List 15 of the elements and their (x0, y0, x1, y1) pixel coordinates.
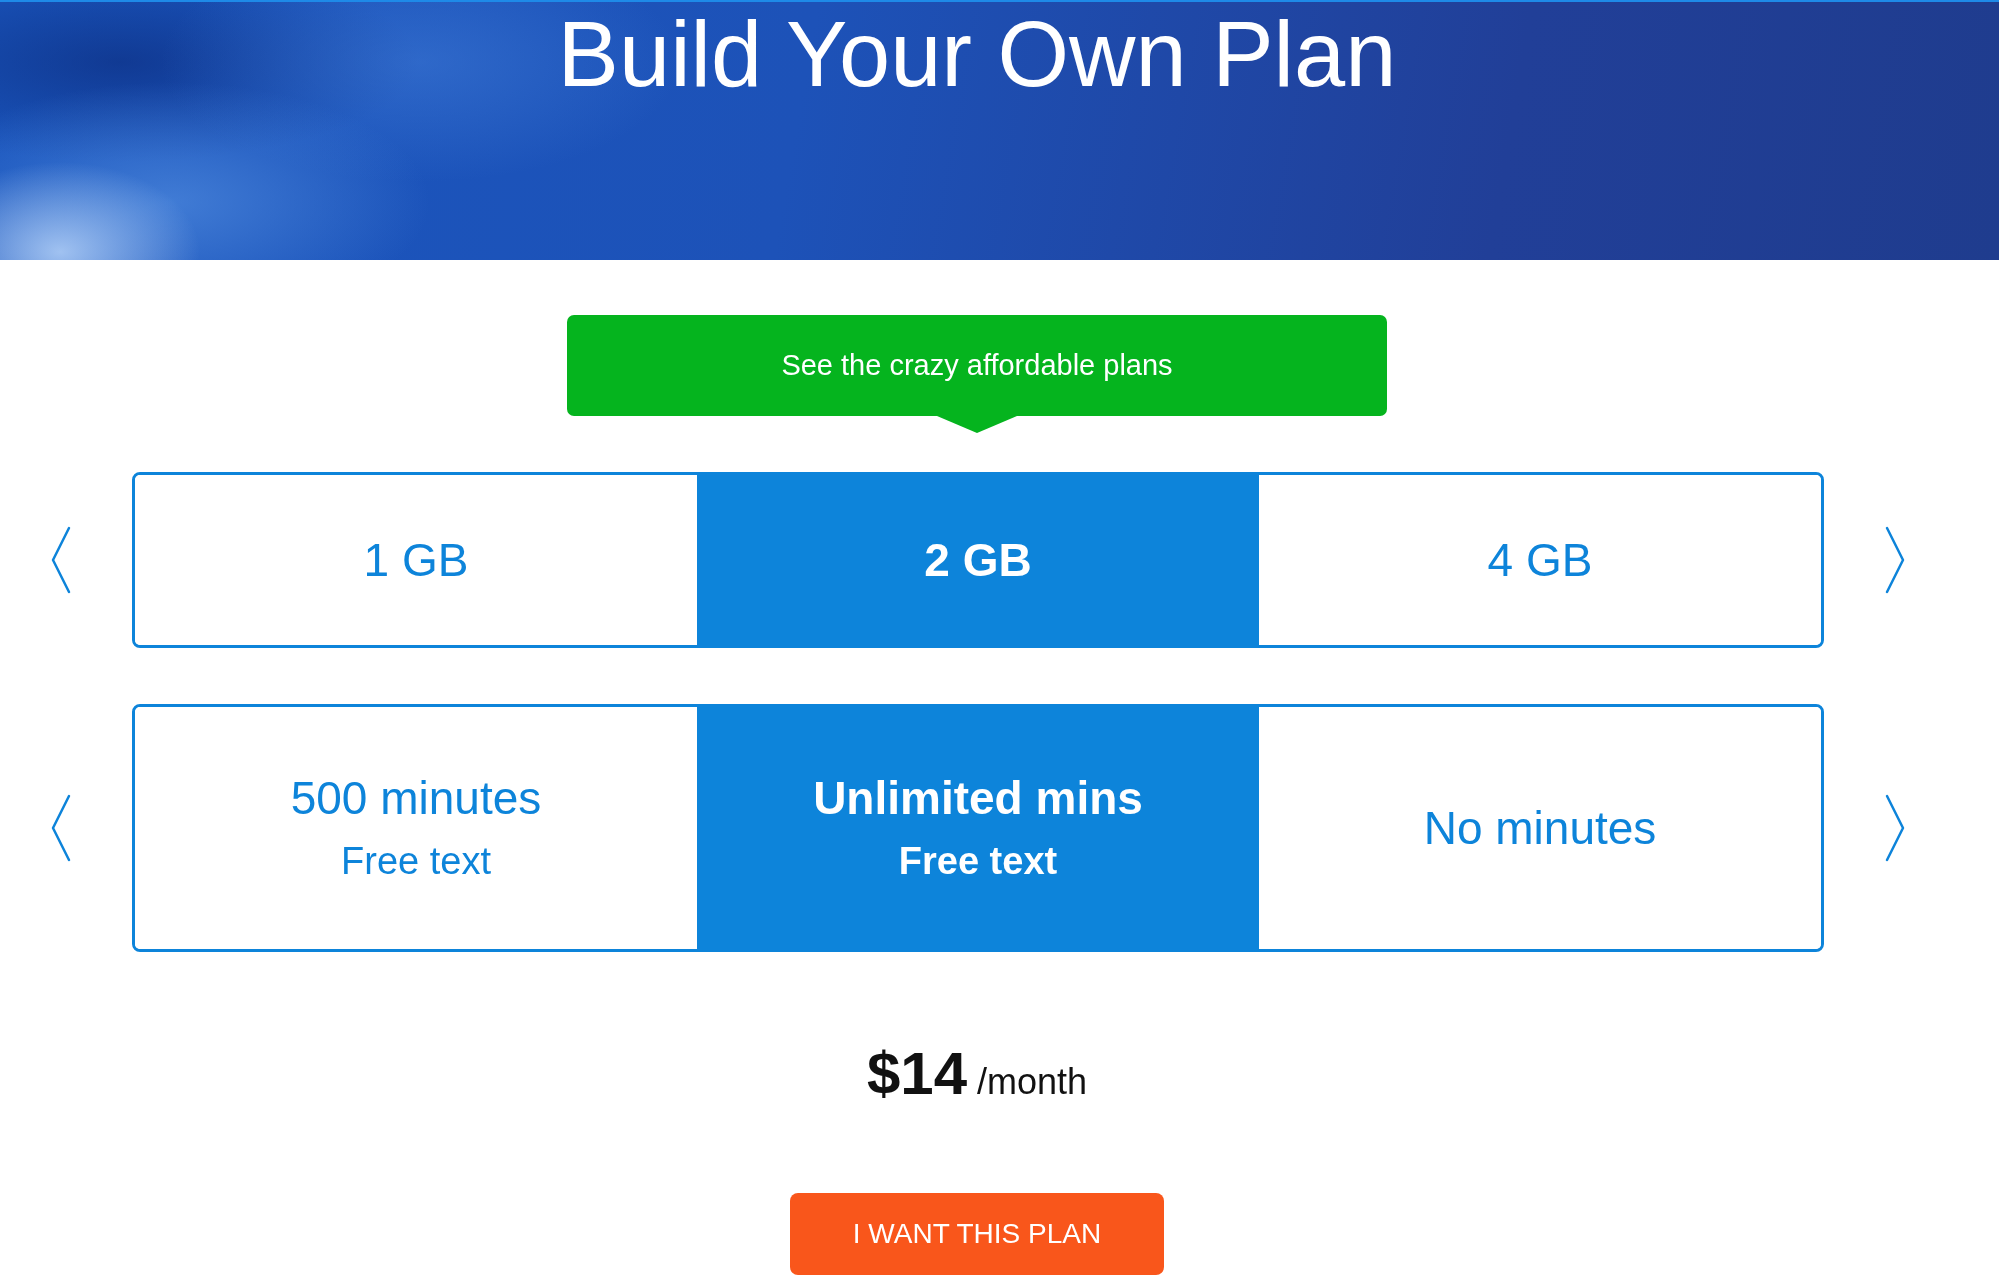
cta-button[interactable]: I WANT THIS PLAN (790, 1193, 1164, 1275)
next-button[interactable] (1885, 794, 1905, 862)
option-tab[interactable]: 2 GB (697, 475, 1259, 645)
chevron-left-icon (51, 794, 71, 862)
next-button[interactable] (1885, 526, 1905, 594)
chevron-left-icon (51, 526, 71, 594)
previous-button[interactable] (51, 526, 71, 594)
price-period: /month (977, 1060, 1088, 1104)
previous-button[interactable] (51, 794, 71, 862)
callout-banner: See the crazy affordable plans (567, 315, 1387, 433)
page-title: Build Your Own Plan (557, 4, 1397, 104)
option-tab[interactable]: Unlimited mins Free text (697, 707, 1259, 949)
chevron-right-icon (1885, 526, 1905, 594)
chevron-right-icon (1885, 794, 1905, 862)
price-amount: $14 (866, 1039, 967, 1109)
